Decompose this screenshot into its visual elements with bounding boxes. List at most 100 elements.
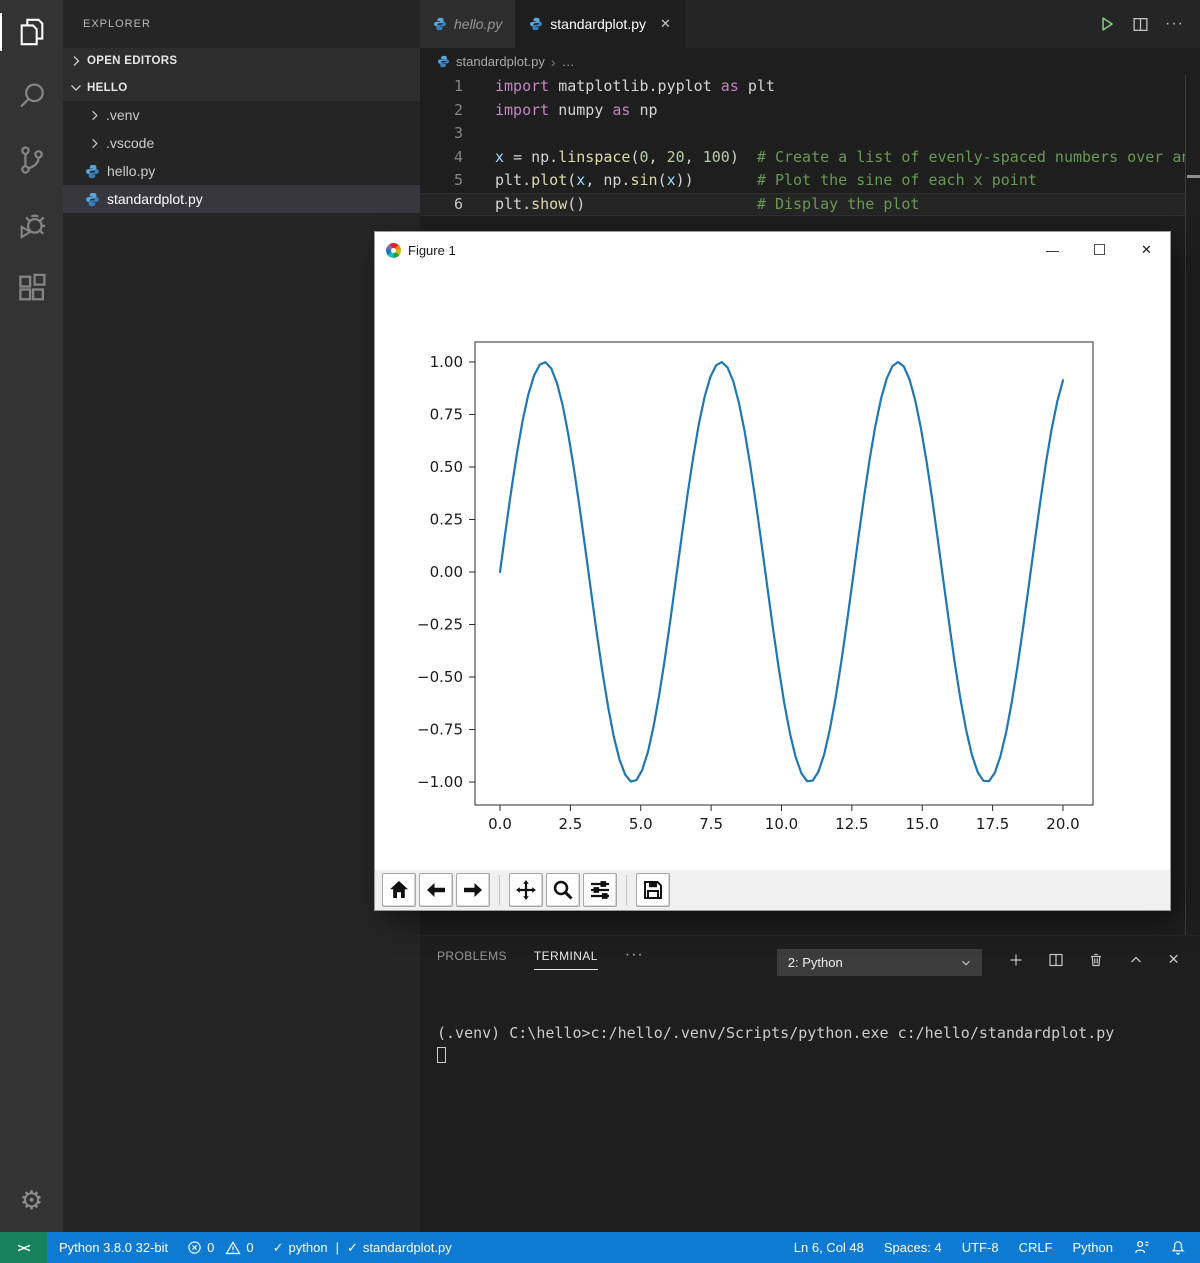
sine-plot: 0.02.55.07.510.012.515.017.520.01.000.75…: [375, 268, 1170, 870]
new-terminal-button[interactable]: [1008, 952, 1024, 968]
home-button[interactable]: [382, 873, 416, 907]
separator: |: [336, 1240, 339, 1255]
tree-item-venv[interactable]: .venv: [63, 101, 420, 129]
tree-item-label: .vscode: [106, 135, 154, 151]
tab-problems[interactable]: PROBLEMS: [437, 949, 507, 969]
sine-line-series: [500, 362, 1063, 782]
chevron-right-icon: [87, 108, 102, 123]
python-file-icon: [433, 17, 447, 31]
split-editor-button[interactable]: [1132, 16, 1149, 33]
more-actions-button[interactable]: ···: [1165, 15, 1184, 33]
code-line-1[interactable]: 1import matplotlib.pyplot as plt: [420, 75, 1200, 99]
extensions-icon[interactable]: [0, 256, 63, 320]
tab-terminal[interactable]: TERMINAL: [534, 949, 598, 970]
source-control-icon[interactable]: [0, 128, 63, 192]
check-icon: ✓: [347, 1240, 358, 1256]
language-mode-item[interactable]: Python: [1073, 1240, 1113, 1255]
section-open-editors[interactable]: OPEN EDITORS: [63, 48, 420, 74]
explorer-icon[interactable]: [0, 0, 63, 64]
editor-scrollbar[interactable]: [1185, 75, 1200, 935]
python-file-icon: [437, 55, 450, 68]
x-tick-label: 20.0: [1046, 815, 1079, 833]
linter-status-item[interactable]: ✓ python | ✓ standardplot.py: [273, 1240, 452, 1256]
close-tab-icon[interactable]: ✕: [660, 16, 671, 32]
close-button[interactable]: ✕: [1123, 232, 1170, 268]
y-tick-label: 1.00: [430, 353, 463, 371]
run-python-file-button[interactable]: [1098, 15, 1116, 33]
remote-indicator[interactable]: ><: [0, 1232, 47, 1263]
terminal-output[interactable]: (.venv) C:\hello>c:/hello/.venv/Scripts/…: [420, 980, 1200, 1065]
tree-item-standardplot-py[interactable]: standardplot.py: [63, 185, 420, 213]
chevron-right-icon: [68, 53, 84, 69]
cursor-position-item[interactable]: Ln 6, Col 48: [794, 1240, 864, 1255]
matplotlib-figure-window[interactable]: Figure 1 — ☐ ✕ 0.02.55.07.510.012.515.01…: [375, 232, 1170, 910]
indentation-item[interactable]: Spaces: 4: [884, 1240, 942, 1255]
line-number: 3: [420, 122, 463, 146]
code-line-6[interactable]: 6plt.show() # Display the plot: [420, 193, 1200, 217]
pan-button[interactable]: [509, 873, 543, 907]
breadcrumb-file[interactable]: standardplot.py: [456, 54, 545, 69]
chevron-down-icon: [68, 80, 84, 96]
search-icon[interactable]: [0, 64, 63, 128]
back-button[interactable]: [419, 873, 453, 907]
save-button[interactable]: [636, 873, 670, 907]
x-tick-label: 2.5: [558, 815, 582, 833]
encoding-item[interactable]: UTF-8: [962, 1240, 999, 1255]
breadcrumb[interactable]: standardplot.py › …: [420, 48, 1200, 75]
terminal-cursor: [437, 1047, 446, 1063]
tab-hello-py[interactable]: hello.py: [420, 0, 516, 48]
panel-more-button[interactable]: ···: [625, 946, 644, 964]
split-terminal-button[interactable]: [1048, 952, 1064, 968]
forward-button[interactable]: [456, 873, 490, 907]
zoom-to-rect-button[interactable]: [546, 873, 580, 907]
code-text: plt.plot(x, np.sin(x)) # Plot the sine o…: [463, 169, 1037, 193]
code-text: x = np.linspace(0, 20, 100) # Create a l…: [463, 146, 1200, 170]
minimize-button[interactable]: —: [1029, 232, 1076, 268]
matplotlib-toolbar: [375, 870, 1170, 910]
y-tick-label: 0.75: [430, 406, 463, 424]
code-line-2[interactable]: 2import numpy as np: [420, 99, 1200, 123]
maximize-button[interactable]: ☐: [1076, 232, 1123, 268]
line-number: 6: [420, 193, 463, 217]
warning-count: 0: [246, 1240, 253, 1255]
check-icon: ✓: [273, 1240, 284, 1256]
figure-titlebar[interactable]: Figure 1 — ☐ ✕: [375, 232, 1170, 268]
notifications-bell-icon[interactable]: [1170, 1240, 1186, 1256]
code-line-4[interactable]: 4x = np.linspace(0, 20, 100) # Create a …: [420, 146, 1200, 170]
python-interpreter-item[interactable]: Python 3.8.0 32-bit: [59, 1240, 168, 1255]
terminal-selector[interactable]: 2: Python: [777, 949, 982, 976]
tree-item-vscode[interactable]: .vscode: [63, 129, 420, 157]
python-file-icon: [85, 192, 100, 207]
plot-canvas[interactable]: 0.02.55.07.510.012.515.017.520.01.000.75…: [375, 268, 1170, 870]
maximize-panel-button[interactable]: [1128, 952, 1144, 968]
settings-gear-icon[interactable]: ⚙: [0, 1168, 63, 1232]
x-tick-label: 12.5: [835, 815, 868, 833]
close-panel-button[interactable]: ✕: [1168, 951, 1180, 968]
breadcrumb-symbol[interactable]: …: [562, 54, 575, 69]
linted-file: standardplot.py: [363, 1240, 452, 1255]
vscode-window: ⚙ EXPLORER OPEN EDITORS HELLO .venv: [0, 0, 1200, 1263]
y-tick-label: −0.25: [417, 616, 463, 634]
toolbar-separator: [626, 875, 627, 905]
feedback-icon[interactable]: [1133, 1239, 1150, 1256]
toolbar-separator: [499, 875, 500, 905]
error-icon: [187, 1240, 202, 1255]
section-label: HELLO: [87, 82, 127, 94]
code-line-5[interactable]: 5plt.plot(x, np.sin(x)) # Plot the sine …: [420, 169, 1200, 193]
figure-title: Figure 1: [408, 243, 456, 258]
section-hello[interactable]: HELLO: [63, 74, 420, 101]
code-line-3[interactable]: 3: [420, 122, 1200, 146]
run-debug-icon[interactable]: [0, 192, 63, 256]
tree-item-hello-py[interactable]: hello.py: [63, 157, 420, 185]
kill-terminal-trash-icon[interactable]: [1088, 952, 1104, 968]
configure-subplots-button[interactable]: [583, 873, 617, 907]
code-text: import numpy as np: [463, 99, 658, 123]
line-number: 5: [420, 169, 463, 193]
terminal-line: (.venv) C:\hello>c:/hello/.venv/Scripts/…: [437, 1023, 1200, 1044]
eol-item[interactable]: CRLF: [1019, 1240, 1053, 1255]
y-tick-label: −1.00: [417, 773, 463, 791]
x-tick-label: 17.5: [976, 815, 1009, 833]
status-bar: >< Python 3.8.0 32-bit 0 0 ✓ python | ✓ …: [0, 1232, 1200, 1263]
tab-standardplot-py[interactable]: standardplot.py ✕: [516, 0, 685, 48]
problems-item[interactable]: 0 0: [187, 1240, 253, 1256]
